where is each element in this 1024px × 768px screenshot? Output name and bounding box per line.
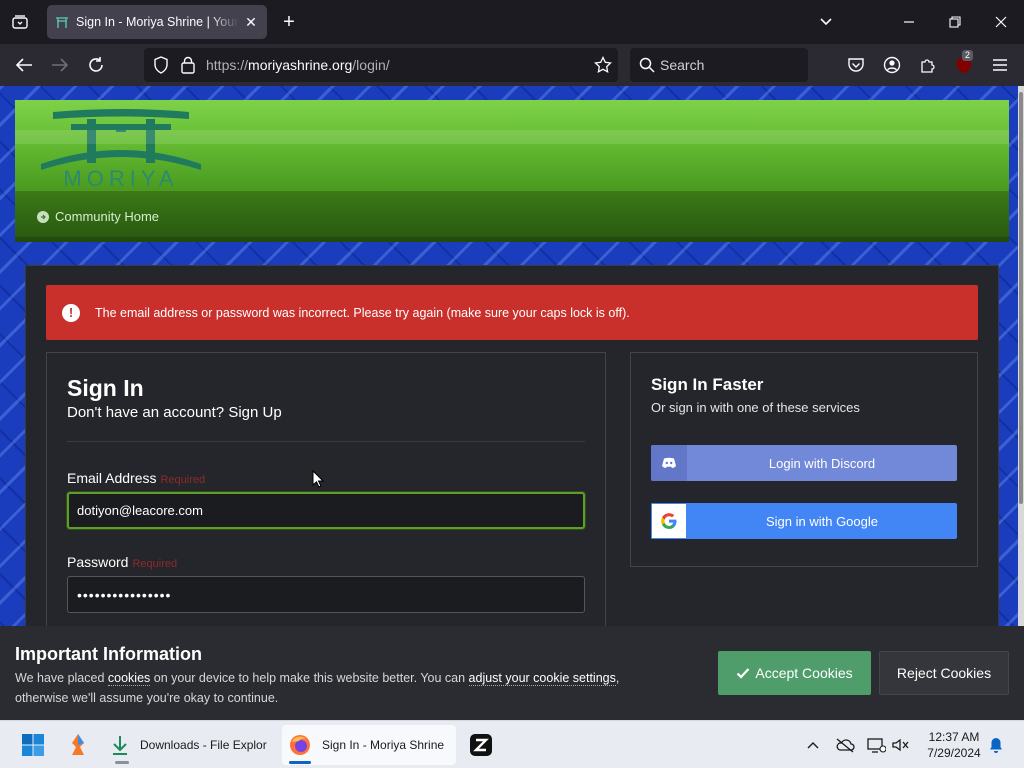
url-text[interactable]: https://moriyashrine.org/login/ <box>206 57 390 73</box>
breadcrumb[interactable]: Community Home <box>37 209 159 224</box>
svg-text:MORIYA: MORIYA <box>63 166 178 190</box>
email-required-tag: Required <box>160 474 206 486</box>
tab-list-icon[interactable] <box>8 10 32 34</box>
extensions-puzzle-icon[interactable] <box>917 54 939 76</box>
bookmark-star-icon[interactable] <box>592 54 614 76</box>
mouse-cursor-icon <box>312 470 324 488</box>
browser-nav-bar: https://moriyashrine.org/login/ Search 2 <box>0 44 1024 86</box>
site-header: MORIYA <box>15 100 1009 191</box>
sign-in-title: Sign In <box>67 375 144 401</box>
pocket-icon[interactable] <box>845 54 867 76</box>
sign-in-faster-title: Sign In Faster <box>651 375 764 394</box>
show-hidden-icons-chevron-icon[interactable] <box>803 735 823 755</box>
minimize-window-icon[interactable] <box>895 8 923 36</box>
sign-in-faster-panel: Sign In Faster Or sign in with one of th… <box>630 352 978 567</box>
email-field[interactable]: dotiyon@leacore.com <box>67 492 585 529</box>
page-scrollbar[interactable] <box>1018 86 1024 720</box>
notification-bell-icon[interactable] <box>986 735 1006 755</box>
sign-in-subtitle: Don't have an account? Sign Up <box>67 404 282 421</box>
back-arrow-icon[interactable] <box>13 54 35 76</box>
restore-window-icon[interactable] <box>941 8 969 36</box>
checkmark-icon <box>737 668 750 679</box>
system-clock[interactable]: 12:37 AM 7/29/2024 <box>916 729 992 761</box>
active-tab[interactable]: Sign In - Moriya Shrine | Your re ✕ <box>47 5 267 39</box>
divider <box>67 441 585 442</box>
torii-favicon-icon <box>56 17 68 28</box>
home-circle-icon <box>37 210 49 223</box>
windows-taskbar: Downloads - File Explor Sign In - Moriya… <box>0 720 1024 768</box>
reject-cookies-button[interactable]: Reject Cookies <box>879 651 1009 695</box>
search-bar[interactable]: Search <box>630 48 808 82</box>
download-arrow-icon <box>113 736 127 755</box>
sign-up-link[interactable]: Sign Up <box>228 404 281 421</box>
volume-muted-icon[interactable] <box>891 735 911 755</box>
error-message: The email address or password was incorr… <box>95 305 630 320</box>
search-icon <box>636 54 658 76</box>
taskbar-app-paint[interactable] <box>60 725 96 765</box>
taskbar-file-explorer[interactable]: Downloads - File Explor <box>104 725 276 765</box>
forward-arrow-icon[interactable] <box>49 54 71 76</box>
tab-title: Sign In - Moriya Shrine | Your re <box>76 15 239 29</box>
taskbar-firefox[interactable]: Sign In - Moriya Shrine <box>282 725 456 765</box>
z-app-icon <box>470 734 492 756</box>
sign-in-with-google-button[interactable]: Sign in with Google <box>651 503 957 539</box>
new-tab-icon[interactable]: + <box>278 11 300 33</box>
list-all-tabs-icon[interactable] <box>816 12 836 32</box>
site-nav-strip: Community Home <box>15 190 1009 242</box>
extension-badge: 2 <box>962 50 974 61</box>
accept-cookies-button[interactable]: Accept Cookies <box>718 651 871 695</box>
password-required-tag: Required <box>132 558 178 570</box>
reload-icon[interactable] <box>85 54 107 76</box>
error-alert: ! The email address or password was inco… <box>46 285 978 340</box>
browser-tab-bar: Sign In - Moriya Shrine | Your re ✕ + <box>0 0 1024 44</box>
exclamation-icon: ! <box>62 303 80 322</box>
search-placeholder: Search <box>660 57 705 73</box>
cookie-settings-link[interactable]: adjust your cookie settings <box>468 671 616 686</box>
onedrive-offline-icon[interactable] <box>835 735 855 755</box>
email-label: Email Address Required <box>67 470 206 486</box>
password-label: Password Required <box>67 554 178 570</box>
url-bar[interactable]: https://moriyashrine.org/login/ <box>144 48 618 82</box>
sign-in-faster-subtitle: Or sign in with one of these services <box>651 400 860 415</box>
page-viewport: MORIYA Community Home ! The email addres… <box>0 86 1024 720</box>
password-field[interactable]: •••••••••••••••• <box>67 576 585 613</box>
close-window-icon[interactable] <box>987 8 1015 36</box>
moriya-logo[interactable]: MORIYA <box>39 106 203 191</box>
paint-app-icon <box>72 734 84 755</box>
scrollbar-thumb[interactable] <box>1019 92 1023 504</box>
taskbar-zed-app[interactable] <box>464 725 498 765</box>
tab-close-icon[interactable]: ✕ <box>243 14 259 31</box>
clock-date: 7/29/2024 <box>927 746 981 760</box>
hamburger-menu-icon[interactable] <box>989 54 1011 76</box>
breadcrumb-community-home[interactable]: Community Home <box>55 209 159 224</box>
clock-time: 12:37 AM <box>928 730 980 744</box>
discord-icon <box>651 445 687 481</box>
firefox-icon <box>290 735 310 755</box>
tracking-shield-icon[interactable] <box>150 54 172 76</box>
account-icon[interactable] <box>881 54 903 76</box>
cookies-link[interactable]: cookies <box>107 671 151 686</box>
start-button[interactable] <box>14 725 52 765</box>
windows-logo-icon <box>22 734 44 756</box>
cookie-message: We have placed cookies on your device to… <box>15 671 620 705</box>
lock-icon[interactable] <box>177 54 199 76</box>
network-monitor-icon[interactable] <box>866 735 886 755</box>
cookie-title: Important Information <box>15 644 202 664</box>
cookie-banner: Important Information We have placed coo… <box>0 626 1024 720</box>
google-g-icon <box>651 503 687 539</box>
login-with-discord-button[interactable]: Login with Discord <box>651 445 957 481</box>
